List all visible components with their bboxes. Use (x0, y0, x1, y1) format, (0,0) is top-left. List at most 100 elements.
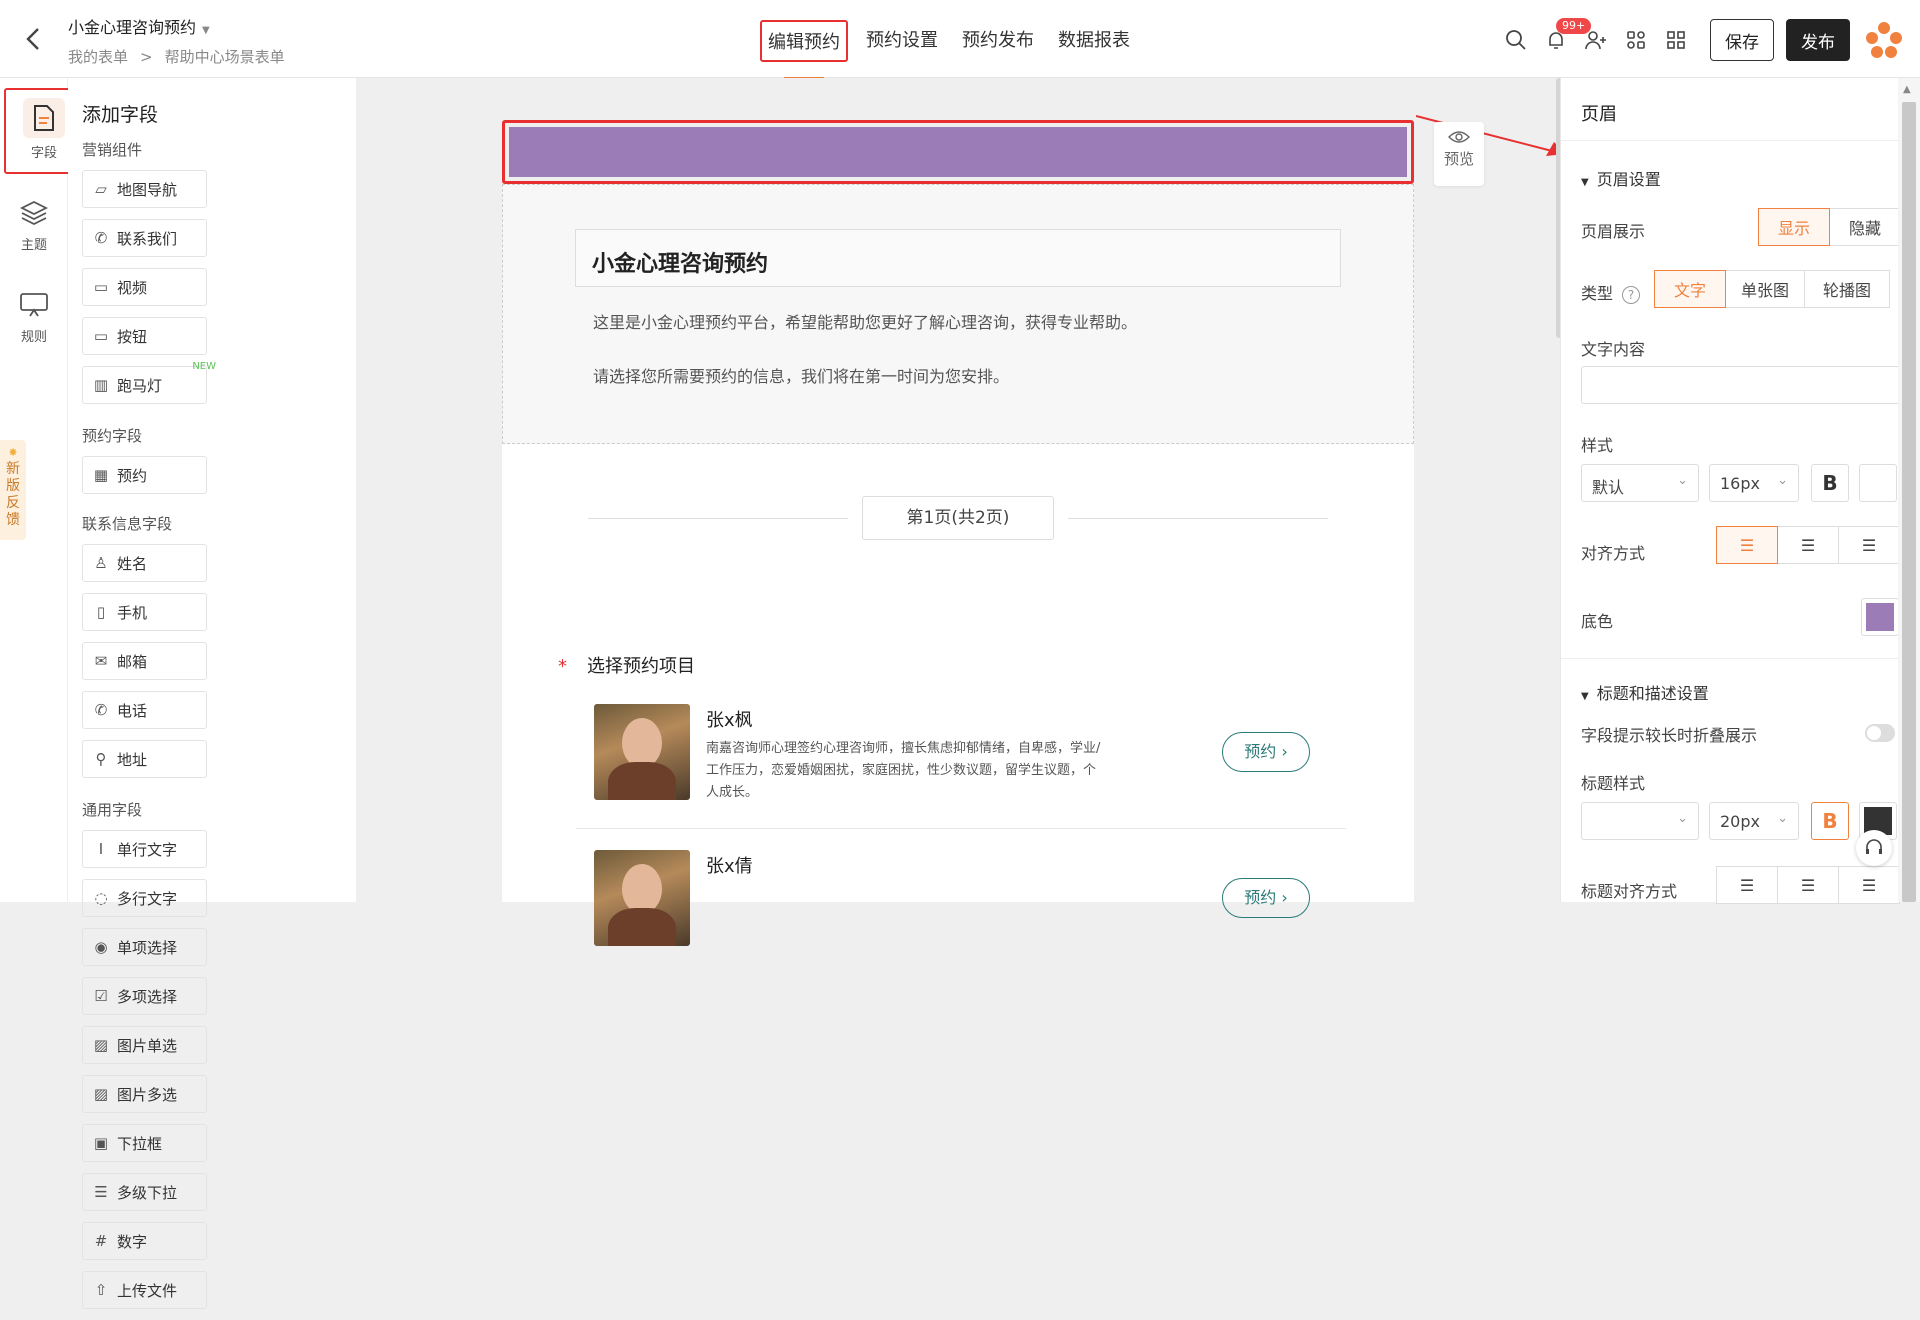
display-label: 页眉展示 (1581, 222, 1646, 241)
display-show-option[interactable]: 显示 (1758, 208, 1830, 246)
tab-edit-booking[interactable]: 编辑预约 (760, 20, 848, 80)
title-align-selector: ☰ ☰ ☰ (1716, 866, 1900, 904)
page-header-banner[interactable] (509, 127, 1407, 177)
field-number[interactable]: # 数字 (82, 1222, 207, 1260)
brand-logo[interactable] (1862, 18, 1906, 62)
search-icon[interactable] (1496, 20, 1536, 60)
field-map-nav[interactable]: ▱ 地图导航 (82, 170, 207, 208)
type-single-image-option[interactable]: 单张图 (1725, 270, 1805, 308)
field-multi-choice[interactable]: ☑ 多项选择 (82, 977, 207, 1015)
field-single-choice[interactable]: ◉ 单项选择 (82, 928, 207, 966)
rail-item-theme[interactable]: 主题 (0, 196, 68, 253)
type-text-option[interactable]: 文字 (1654, 270, 1726, 308)
font-size-select[interactable]: 16px ⌄ (1709, 464, 1799, 502)
field-upload[interactable]: ⇧ 上传文件 (82, 1271, 207, 1309)
align-center-icon[interactable]: ☰ (1777, 866, 1839, 904)
feedback-char: 版 (6, 478, 20, 494)
bell-icon[interactable]: 99+ (1536, 18, 1592, 60)
field-label: 多项选择 (117, 987, 178, 1006)
help-icon[interactable]: ? (1622, 286, 1641, 304)
tab-booking-publish[interactable]: 预约发布 (956, 20, 1040, 62)
tab-data-report[interactable]: 数据报表 (1052, 20, 1136, 62)
align-right-icon[interactable]: ☰ (1838, 866, 1900, 904)
back-icon[interactable] (22, 24, 46, 54)
align-selector: ☰ ☰ ☰ (1716, 526, 1900, 564)
field-label: 地图导航 (117, 180, 178, 199)
field-label: 图片多选 (117, 1085, 178, 1104)
marquee-icon: ▥ (93, 376, 109, 394)
field-address[interactable]: ⚲ 地址 (82, 740, 207, 778)
breadcrumb-my-forms[interactable]: 我的表单 (68, 48, 128, 66)
monitor-icon (17, 288, 51, 322)
props-title: 页眉 (1581, 104, 1617, 125)
eye-icon (1434, 130, 1484, 148)
collapse-toggle[interactable] (1865, 724, 1895, 742)
display-hide-option[interactable]: 隐藏 (1829, 208, 1901, 246)
field-dropdown[interactable]: ▣ 下拉框 (82, 1124, 207, 1162)
field-image-single[interactable]: ▨ 图片单选 (82, 1026, 207, 1064)
add-user-icon[interactable] (1576, 20, 1616, 60)
title-size-select[interactable]: 20px ⌄ (1709, 802, 1799, 840)
align-left-icon[interactable]: ☰ (1716, 526, 1778, 564)
fields-panel-title: 添加字段 (82, 104, 159, 126)
feedback-tab[interactable]: ✸ 新 版 反 馈 (0, 440, 26, 540)
field-image-multi[interactable]: ▨ 图片多选 (82, 1075, 207, 1113)
field-multi-text[interactable]: ◌ 多行文字 (82, 879, 207, 917)
rail-item-rules[interactable]: 规则 (0, 288, 68, 345)
publish-button[interactable]: 发布 (1786, 19, 1850, 61)
apps-switch-icon[interactable] (1616, 20, 1656, 60)
checkbox-icon: ☑ (94, 987, 108, 1005)
tab-booking-settings[interactable]: 预约设置 (860, 20, 944, 62)
field-label: 多行文字 (117, 889, 178, 908)
title-bold-button[interactable]: B (1811, 802, 1849, 840)
page-indicator[interactable]: 第1页(共2页) (862, 496, 1054, 540)
group-header-settings[interactable]: ▼ 页眉设置 (1581, 166, 1661, 190)
consultant-name: 张x枫 (706, 710, 753, 731)
form-intro-block[interactable]: 小金心理咨询预约 这里是小金心理预约平台，希望能帮助您更好了解心理咨询，获得专业… (502, 184, 1414, 444)
qrcode-icon[interactable] (1656, 20, 1696, 60)
book-button[interactable]: 预约 › (1222, 878, 1310, 918)
field-single-text[interactable]: Ⅰ 单行文字 (82, 830, 207, 868)
color-button[interactable] (1859, 464, 1897, 502)
align-right-icon[interactable]: ☰ (1838, 526, 1900, 564)
field-email[interactable]: ✉ 邮箱 (82, 642, 207, 680)
form-title[interactable]: 小金心理咨询预约 ▼ (68, 14, 210, 38)
title-font-select[interactable]: ⌄ (1581, 802, 1699, 840)
field-label: 多级下拉 (117, 1183, 178, 1202)
field-label: 姓名 (117, 554, 148, 573)
group-header-title-desc[interactable]: ▼ 标题和描述设置 (1581, 680, 1709, 704)
scroll-up-icon[interactable]: ▲ (1903, 84, 1911, 95)
header-strip-highlight[interactable] (502, 120, 1414, 184)
breadcrumb-separator: > (140, 48, 153, 66)
consultant-photo (594, 704, 690, 800)
text-content-input[interactable] (1581, 366, 1901, 404)
title-size-value: 20px (1720, 812, 1760, 831)
bg-color-swatch[interactable] (1861, 598, 1899, 636)
preview-button[interactable]: 预览 (1434, 122, 1484, 186)
field-contact-us[interactable]: ✆ 联系我们 (82, 219, 207, 257)
page-scrollbar[interactable]: ▲ (1898, 78, 1920, 902)
save-button[interactable]: 保存 (1710, 19, 1774, 61)
form-title-box[interactable]: 小金心理咨询预约 (575, 229, 1341, 287)
type-carousel-option[interactable]: 轮播图 (1804, 270, 1890, 308)
bold-button[interactable]: B (1811, 464, 1849, 502)
text-icon: Ⅰ (98, 840, 104, 858)
align-left-icon[interactable]: ☰ (1716, 866, 1778, 904)
field-multi-dropdown[interactable]: ☰ 多级下拉 (82, 1173, 207, 1211)
field-button[interactable]: ▭ 按钮 (82, 317, 207, 355)
caret-down-icon[interactable]: ▼ (202, 25, 210, 36)
field-mobile[interactable]: ▯ 手机 (82, 593, 207, 631)
customer-service-icon[interactable] (1856, 830, 1892, 866)
field-video[interactable]: ▭ 视频 (82, 268, 207, 306)
scrollbar-thumb[interactable] (1902, 102, 1916, 902)
field-marquee[interactable]: ▥ 跑马灯 NEW (82, 361, 216, 404)
field-name[interactable]: ♙ 姓名 (82, 544, 207, 582)
book-button[interactable]: 预约 › (1222, 732, 1310, 772)
font-select[interactable]: 默认 ⌄ (1581, 464, 1699, 502)
field-booking[interactable]: ▦ 预约 (82, 456, 207, 494)
field-phone[interactable]: ✆ 电话 (82, 691, 207, 729)
breadcrumb-help-center[interactable]: 帮助中心场景表单 (165, 48, 285, 66)
align-center-icon[interactable]: ☰ (1777, 526, 1839, 564)
question-title[interactable]: * 选择预约项目 (558, 652, 695, 678)
field-label: 图片单选 (117, 1036, 178, 1055)
